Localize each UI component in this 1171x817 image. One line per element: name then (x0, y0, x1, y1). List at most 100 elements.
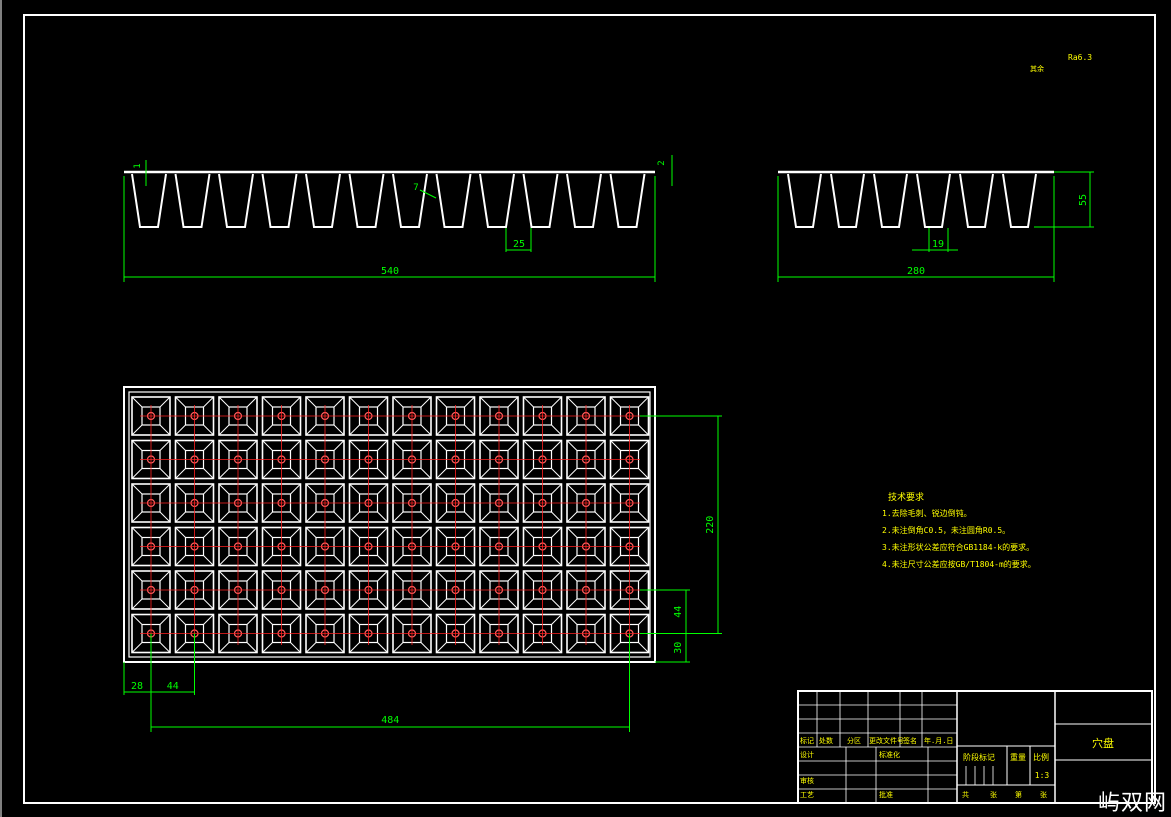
cell-edge (218, 468, 230, 479)
cell-edge (392, 642, 404, 653)
cell-edge (305, 440, 317, 451)
sheet-label: 张 (990, 790, 997, 799)
cell-edge (290, 527, 301, 538)
cell-edge (479, 642, 491, 653)
cell-edge (507, 570, 519, 582)
cell-edge (349, 570, 360, 582)
cell-edge (479, 424, 491, 436)
cell-edge (436, 440, 447, 451)
dim-label-280: 280 (907, 266, 925, 277)
cell-edge (349, 642, 360, 653)
cell-edge (203, 570, 214, 582)
cell-edge (246, 598, 258, 610)
cell-edge (566, 396, 578, 408)
cell-edge (436, 424, 447, 436)
cell-edge (420, 598, 432, 610)
front-cell-profile (174, 173, 211, 228)
cell-edge (377, 642, 388, 653)
cell-edge (464, 440, 475, 451)
cell-edge (175, 483, 186, 495)
side-cell-profile (830, 173, 865, 228)
cell-edge (638, 570, 649, 582)
cell-edge (131, 424, 143, 436)
cell-edge (551, 598, 562, 610)
cell-edge (290, 468, 301, 479)
cell-edge (594, 483, 606, 495)
cell-edge (246, 440, 258, 451)
cell-edge (479, 598, 491, 610)
cell-edge (507, 424, 519, 436)
cell-edge (464, 527, 475, 538)
cell-edge (131, 396, 143, 408)
cell-edge (290, 598, 301, 610)
role-label: 工艺 (800, 791, 814, 799)
cell-edge (610, 511, 621, 523)
cell-edge (392, 483, 404, 495)
cell-edge (159, 570, 171, 582)
cell-edge (159, 598, 171, 610)
cell-edge (305, 570, 317, 582)
cell-edge (159, 642, 171, 653)
cell-edge (305, 483, 317, 495)
cell-edge (349, 614, 360, 625)
cell-edge (131, 614, 143, 625)
cell-edge (566, 555, 578, 566)
cell-edge (507, 614, 519, 625)
cad-drawing: 540 25 1 2 7 280 19 55 220 44 30 28 44 484 其余 Ra6.3… (0, 0, 1156, 817)
cell-edge (333, 511, 345, 523)
revision-header: 签名 (903, 736, 917, 745)
cell-edge (377, 598, 388, 610)
cell-edge (507, 396, 519, 408)
cell-edge (594, 440, 606, 451)
cell-edge (333, 642, 345, 653)
stage-mark-label: 阶段标记 (963, 752, 995, 762)
cell-edge (203, 483, 214, 495)
cell-edge (479, 511, 491, 523)
cell-edge (333, 440, 345, 451)
front-cell-profile (392, 173, 428, 228)
dim-label-30: 30 (673, 642, 684, 654)
side-cell-profile (873, 173, 908, 228)
cell-edge (594, 555, 606, 566)
cell-edge (638, 468, 649, 479)
cell-edge (507, 468, 519, 479)
cell-edge (638, 555, 649, 566)
cell-edge (333, 424, 345, 436)
cell-edge (594, 396, 606, 408)
cell-edge (377, 483, 388, 495)
cell-edge (262, 570, 273, 582)
cell-edge (290, 483, 301, 495)
cell-edge (262, 642, 273, 653)
cell-edge (436, 483, 447, 495)
cell-edge (420, 468, 432, 479)
cell-edge (218, 396, 230, 408)
cell-edge (175, 424, 186, 436)
cell-edge (159, 555, 171, 566)
cell-edge (436, 614, 447, 625)
cell-edge (479, 614, 491, 625)
dim-label-44h: 44 (167, 681, 179, 692)
dim-label-540: 540 (381, 266, 399, 277)
cell-edge (610, 570, 621, 582)
cell-edge (420, 440, 432, 451)
cell-edge (638, 614, 649, 625)
cell-edge (420, 424, 432, 436)
revision-header: 年.月.日 (924, 736, 953, 745)
cell-edge (203, 614, 214, 625)
cell-edge (507, 555, 519, 566)
cell-edge (436, 396, 447, 408)
cell-edge (131, 570, 143, 582)
cell-edge (218, 598, 230, 610)
cell-edge (333, 570, 345, 582)
cell-edge (349, 424, 360, 436)
cell-edge (594, 527, 606, 538)
cell-edge (523, 527, 534, 538)
front-cell-profile (522, 173, 559, 228)
cell-edge (377, 527, 388, 538)
watermark-text: 屿双网 (1097, 791, 1167, 816)
cell-edge (610, 468, 621, 479)
side-cell-profile (959, 173, 994, 228)
cell-edge (479, 527, 491, 538)
cell-edge (290, 424, 301, 436)
cell-edge (551, 396, 562, 408)
